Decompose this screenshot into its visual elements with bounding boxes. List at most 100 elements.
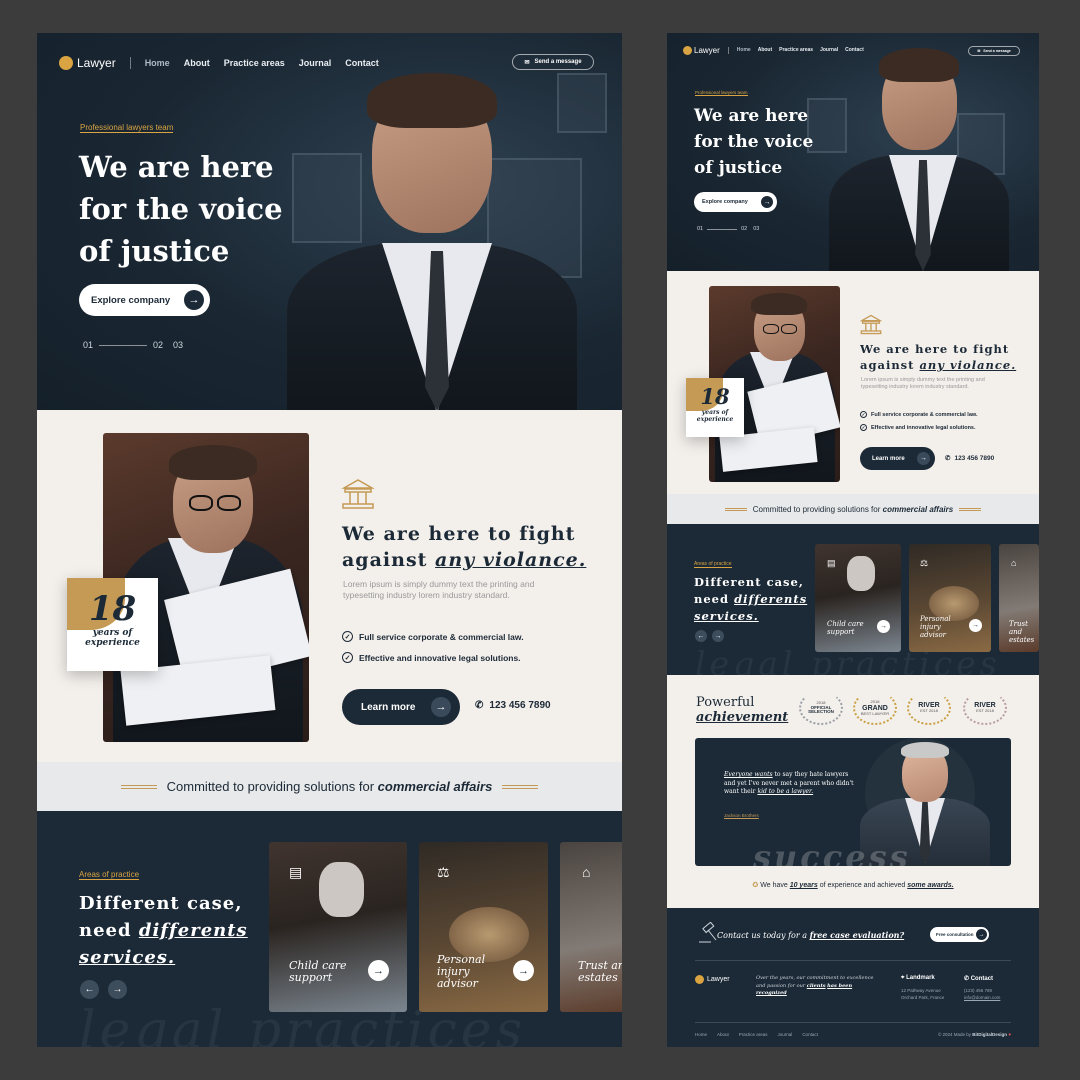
phone-icon: ✆ [964,976,970,982]
contact-heading: ✆ Contact [964,976,994,982]
check-icon: ✓ [342,631,353,642]
landmark-heading: ⌖ Landmark [901,975,935,981]
award-badge: RIVER EST 2018 [963,691,1007,725]
phone-number[interactable]: ✆ 123 456 7890 [475,700,551,711]
slide-01[interactable]: 01 [697,226,703,232]
prev-button[interactable]: ← [695,630,707,642]
contact-details: (123) 456 789 info@domain.com [964,988,1001,1000]
achievement-note: ✪ We have 10 years of experience and ach… [752,882,954,889]
hero-eyebrow: Professional lawyers team [80,123,174,133]
practice-card-child-care[interactable]: ▤ Child care support → [269,842,407,1012]
award-badge: RIVER EST 2018 [907,691,951,725]
footer: Contact us today for a free case evaluat… [667,908,1039,1047]
nav-practice-areas[interactable]: Practice areas [224,58,285,68]
free-consultation-button[interactable]: Free consultation → [930,927,989,942]
nav-about[interactable]: About [184,58,210,68]
hero-title: We are here for the voice of justice [694,106,814,178]
practice-card-personal-injury[interactable]: ⚖ Personal injury advisor → [419,842,548,1012]
desktop-preview: Lawyer Home About Practice areas Journal… [37,33,622,1047]
nav-home[interactable]: Home [737,47,751,53]
nav-contact[interactable]: Contact [345,58,379,68]
full-page-preview: Lawyer Home About Practice areas Journal… [667,33,1039,1047]
learn-more-button[interactable]: Learn more → [860,447,935,470]
hero-eyebrow: Professional lawyers team [695,90,748,96]
mail-icon: ✉ [977,49,981,53]
explore-company-button[interactable]: Explore company → [79,284,210,316]
nav-practice-areas[interactable]: Practice areas [779,47,813,53]
explore-company-button[interactable]: Explore company → [694,192,777,212]
nav-journal[interactable]: Journal [820,47,838,53]
footer-cta: Contact us today for a free case evaluat… [717,930,905,940]
send-message-button[interactable]: ✉ Send a message [968,46,1020,56]
house-icon: ⌂ [582,864,591,880]
footer-logo[interactable]: Lawyer [695,975,730,984]
practice-eyebrow: Areas of practice [694,561,732,568]
arrow-right-icon: → [184,290,204,310]
mail-icon: ✉ [524,59,530,66]
logo-text[interactable]: Lawyer [694,46,720,55]
slide-02[interactable]: 02 [741,226,747,232]
hero-title: We are here for the voice of justice [79,150,283,268]
check-item: ✓ Full service corporate & commercial la… [860,411,978,418]
about-section: 18 years of experience We are here to fi… [667,271,1039,494]
check-icon: ✓ [860,411,867,418]
practice-card-personal-injury[interactable]: ⚖ Personal injury advisor → [909,544,991,652]
divider [724,507,747,511]
slide-indicator: 01 02 03 [697,226,759,232]
phone-icon: ✆ [945,455,951,462]
divider [695,960,1011,961]
location-icon: ⌖ [901,975,905,981]
practice-section: legal practices Areas of practice Differ… [37,811,622,1047]
house-icon: ⌂ [1011,558,1017,568]
phone-icon: ✆ [475,700,484,711]
arrow-right-icon: → [976,929,987,940]
committed-banner: Committed to providing solutions for com… [37,762,622,811]
nav-contact[interactable]: Contact [845,47,864,53]
hero-lawyer-photo [817,45,1017,271]
send-message-button[interactable]: ✉ Send a message [512,54,594,70]
achievement-section: Powerful achievement 2018 OFFICIAL SELEC… [667,675,1039,908]
next-button[interactable]: → [108,980,127,999]
next-button[interactable]: → [712,630,724,642]
practice-card-trust-estates[interactable]: ⌂ Trust and estates [560,842,622,1012]
footer-link-home[interactable]: Home [695,1032,707,1037]
footer-link-practice[interactable]: Practice areas [739,1032,768,1037]
phone-number[interactable]: ✆ 123 456 7890 [945,454,994,463]
award-icon: ✪ [752,882,759,889]
practice-card-trust-estates[interactable]: ⌂ Trust and estates [999,544,1039,652]
divider [959,507,982,511]
hero-section: Lawyer Home About Practice areas Journal… [37,33,622,410]
arrow-right-icon[interactable]: → [513,960,534,981]
about-text: Lorem ipsum is simply dummy text the pri… [343,579,535,600]
practice-title: Different case, need differents services… [694,575,808,623]
slide-03[interactable]: 03 [173,340,183,350]
arrow-right-icon: → [917,452,930,465]
nav-journal[interactable]: Journal [299,58,332,68]
slide-03[interactable]: 03 [753,226,759,232]
pillar-icon [683,45,692,55]
divider [695,1022,1011,1023]
slide-01[interactable]: 01 [83,340,93,350]
nav-home[interactable]: Home [145,58,170,68]
slide-02[interactable]: 02 [153,340,163,350]
nav-about[interactable]: About [758,47,772,53]
testimonial-quote: Everyone wants to say they hate lawyers … [724,771,854,796]
landmark-address: 12 Pathway Avenue Orchard Park, France [901,988,945,1000]
experience-card: 18 years of experience [686,378,744,437]
top-nav: Lawyer Home About Practice areas Journal… [683,45,864,55]
experience-card: 18 years of experience [67,578,158,671]
check-item: ✓ Effective and innovative legal solutio… [342,652,521,663]
logo-text[interactable]: Lawyer [77,56,116,70]
arrow-right-icon[interactable]: → [368,960,389,981]
arrow-right-icon[interactable]: → [877,620,890,633]
footer-link-about[interactable]: About [717,1032,729,1037]
footer-description: Over the years, our commitment to excell… [756,975,874,996]
learn-more-button[interactable]: Learn more → [342,689,460,725]
arrow-right-icon[interactable]: → [969,619,982,632]
footer-link-journal[interactable]: Journal [778,1032,793,1037]
footer-link-contact[interactable]: Contact [802,1032,818,1037]
prev-button[interactable]: ← [80,980,99,999]
courthouse-icon [860,314,882,335]
practice-card-child-care[interactable]: ▤ Child care support → [815,544,901,652]
free-evaluation-link[interactable]: free case evaluation? [810,930,905,940]
